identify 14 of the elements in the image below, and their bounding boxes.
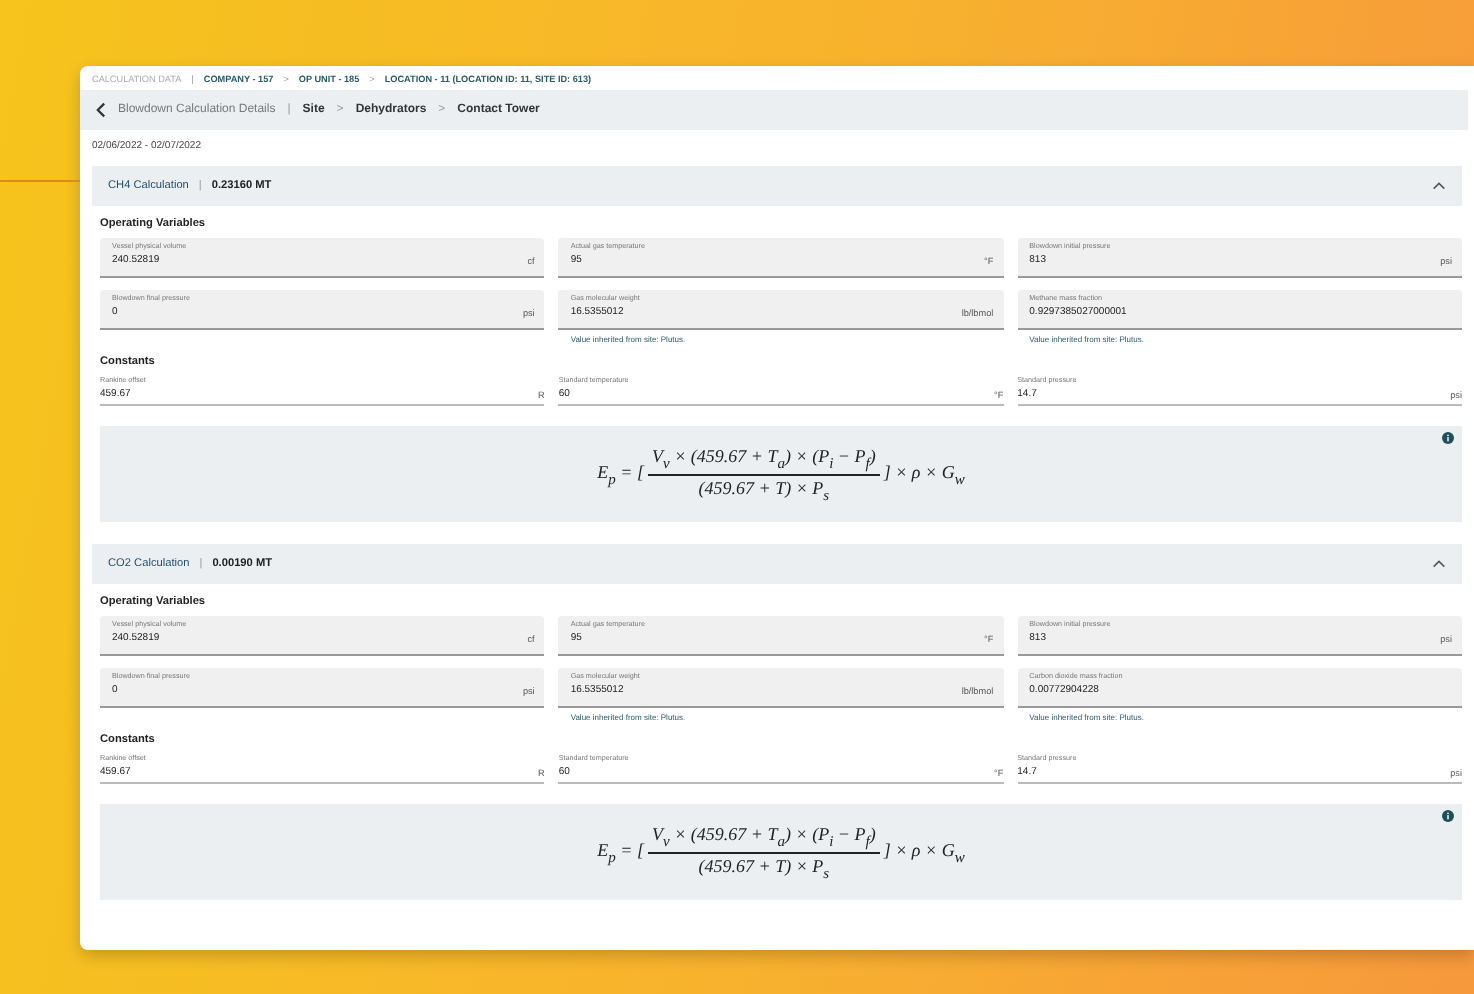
formula-denominator: (459.67 + T) × P$_{s}$ xyxy=(698,853,830,881)
accent-line xyxy=(0,180,80,182)
formula-lhs: E$_{p}$ = [ xyxy=(597,839,644,865)
formula-rhs: ] × ρ × G$_{w}$ xyxy=(883,461,965,487)
formula-numerator: V$_{v}$ × (459.67 + T$_{a}$) × (P$_{i}$ − P$_{f}$) xyxy=(648,823,880,853)
chevron-icon[interactable] xyxy=(1432,182,1446,190)
info-icon[interactable] xyxy=(1442,432,1454,444)
back-icon[interactable] xyxy=(96,102,106,118)
formula-lhs: E$_{p}$ = [ xyxy=(597,461,644,487)
chevron-icon[interactable] xyxy=(1432,560,1446,568)
formula-numerator: V$_{v}$ × (459.67 + T$_{a}$) × (P$_{i}$ − P$_{f}$) xyxy=(648,445,880,475)
info-icon[interactable] xyxy=(1442,810,1454,822)
formula-rhs: ] × ρ × G$_{w}$ xyxy=(883,839,965,865)
formula-denominator: (459.67 + T) × P$_{s}$ xyxy=(698,475,830,503)
